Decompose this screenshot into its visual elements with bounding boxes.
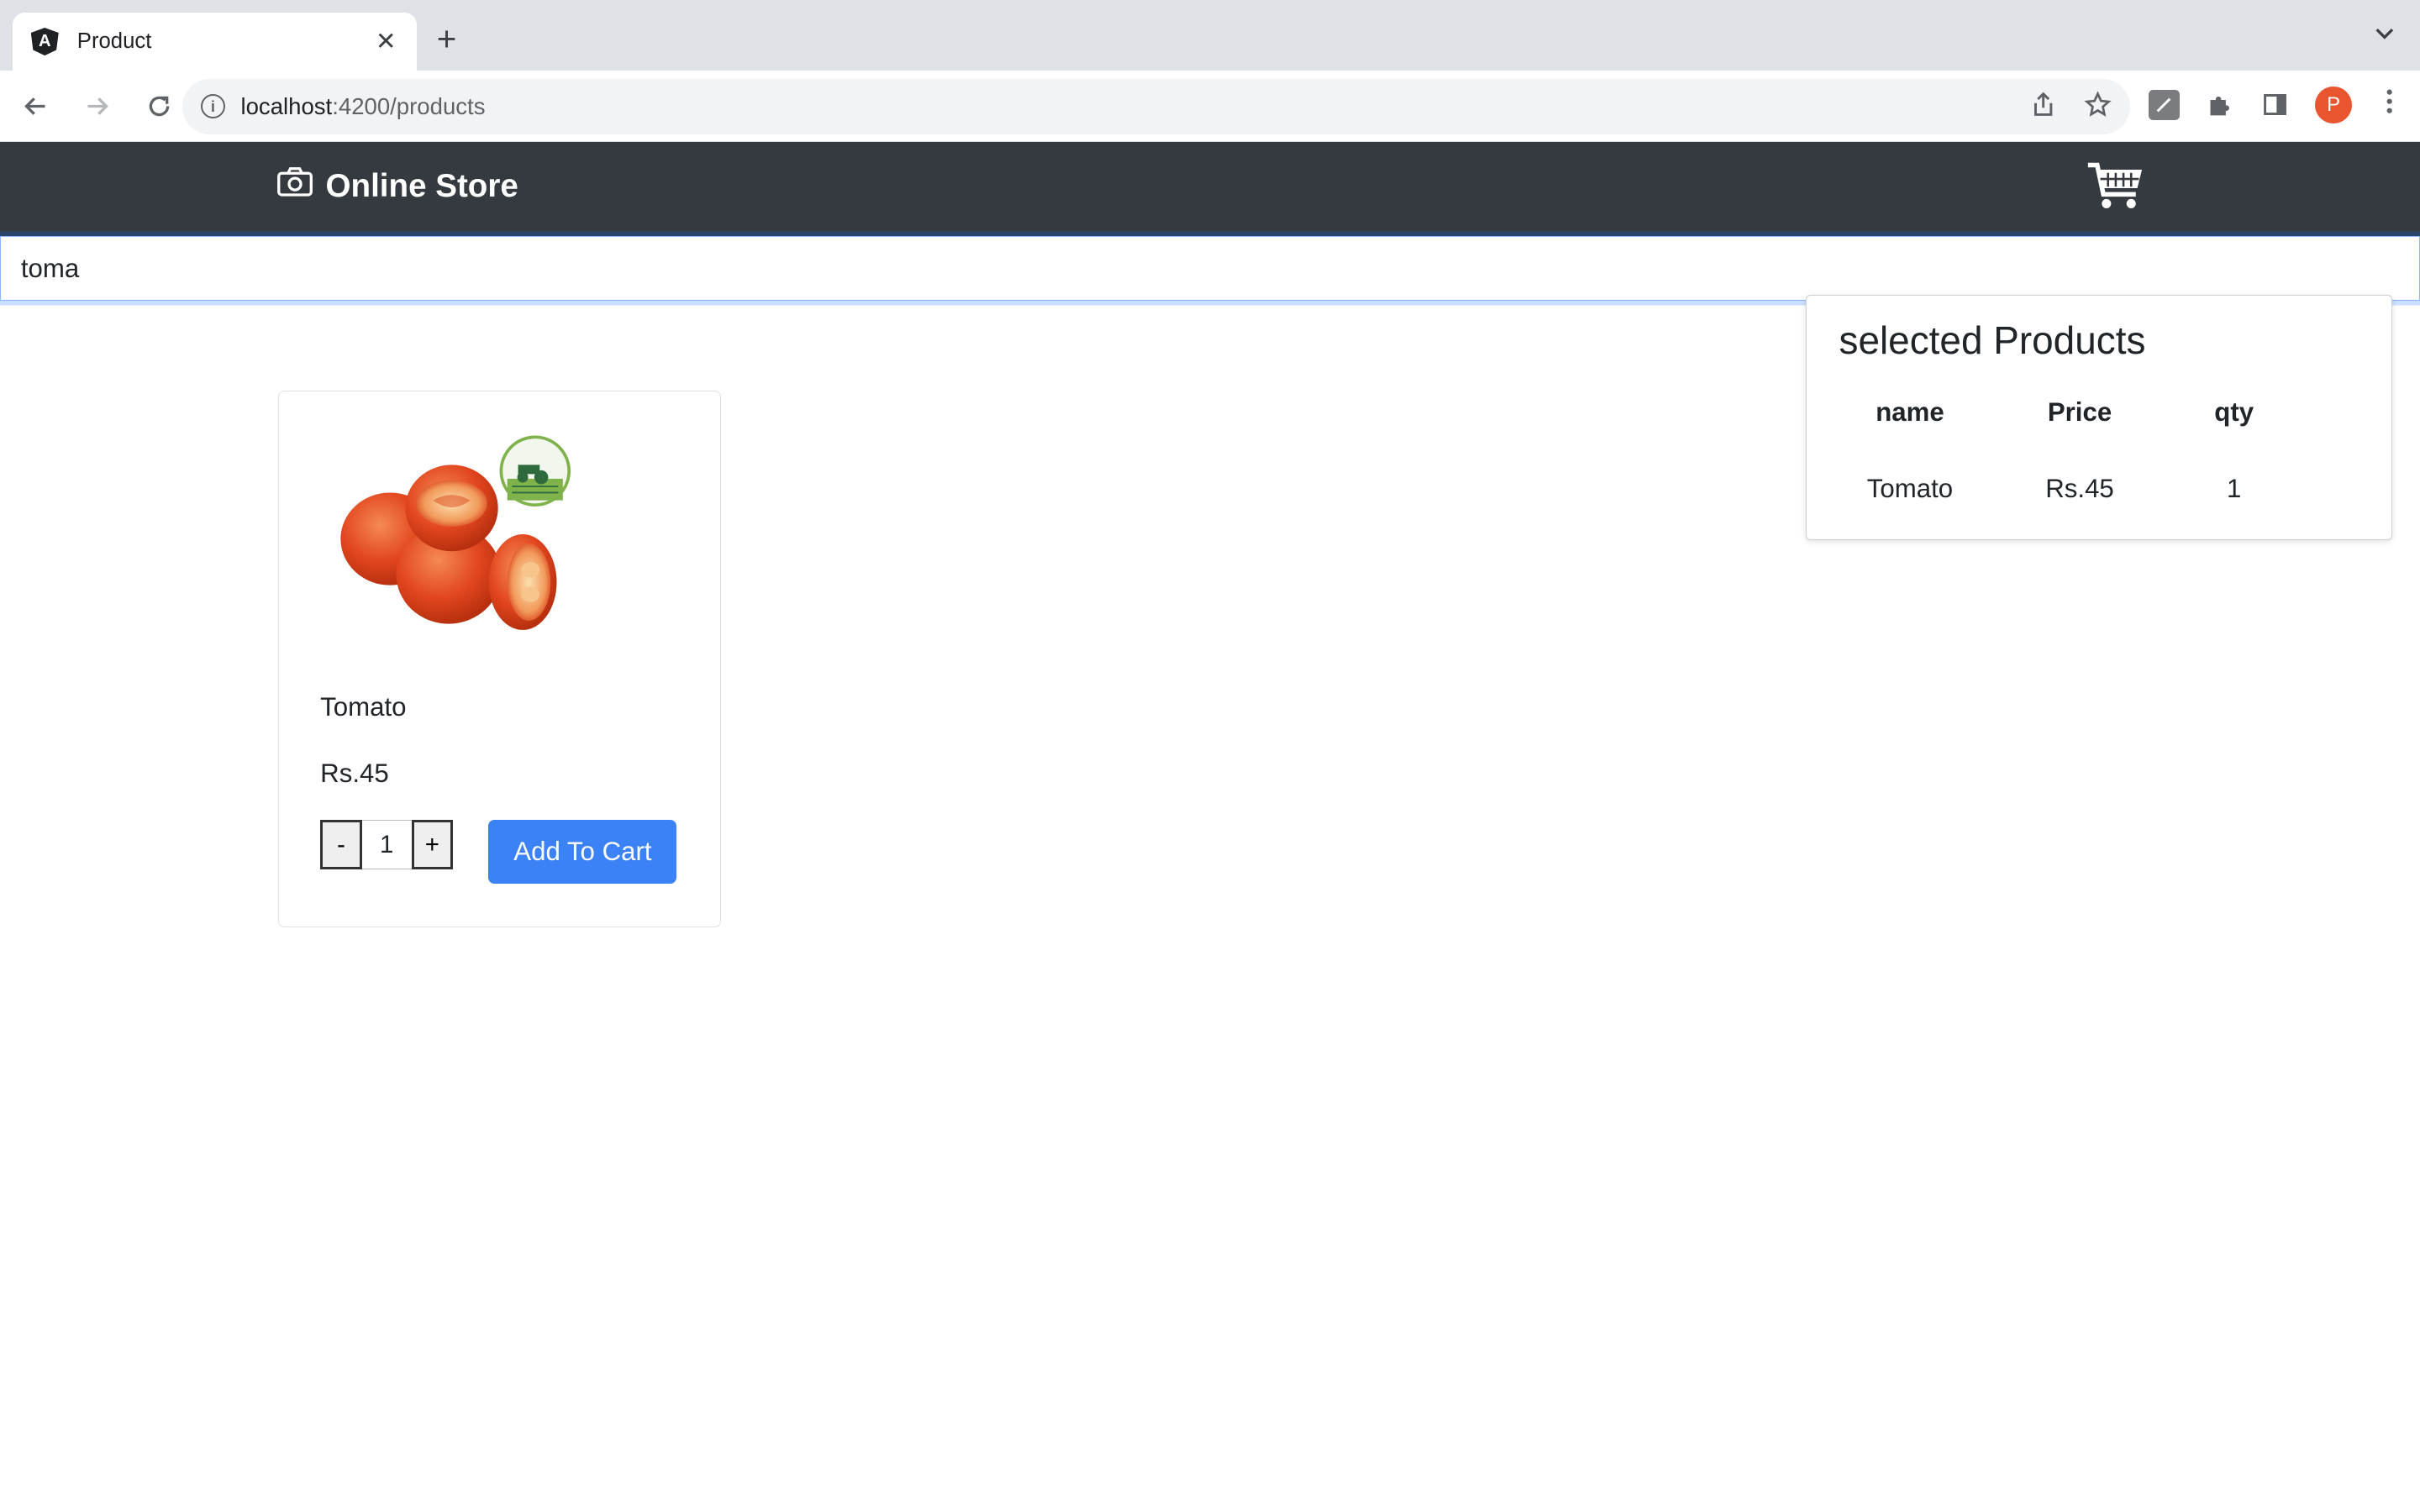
product-card: Tomato Rs.45 - 1 + Add To Cart: [277, 390, 721, 927]
search-input[interactable]: [0, 236, 2420, 302]
cart-title: selected Products: [1839, 318, 2146, 362]
url-host: localhost: [240, 92, 333, 119]
tomato-image: [325, 431, 572, 654]
cart-item-price: Rs.45: [2045, 474, 2114, 504]
new-tab-button[interactable]: +: [437, 22, 457, 55]
cart-table: name Price qty Tomato Rs.45 1: [1840, 388, 2288, 517]
tab-strip: A Product ✕ +: [0, 0, 2420, 71]
add-to-cart-button[interactable]: Add To Cart: [488, 820, 677, 884]
app-navbar: Online Store: [0, 141, 2420, 236]
cart-item-qty: 1: [2227, 474, 2242, 504]
increment-button[interactable]: +: [411, 820, 454, 870]
cart-item-name: Tomato: [1866, 474, 1954, 504]
browser-tab[interactable]: A Product ✕: [12, 12, 417, 71]
address-bar[interactable]: i localhost:4200/products: [182, 78, 2130, 134]
url-text[interactable]: localhost:4200/products: [240, 93, 485, 120]
site-info-icon[interactable]: i: [200, 94, 226, 119]
forward-arrow-icon[interactable]: [71, 80, 123, 132]
column-header-price: Price: [2047, 397, 2112, 427]
search-wrapper: [0, 236, 2420, 304]
browser-window: A Product ✕ + i localhost:4200/products: [0, 0, 2420, 1512]
camera-icon: [276, 166, 313, 206]
cart-panel: selected Products name Price qty Tomato …: [1805, 294, 2392, 540]
omnibox-actions: [2031, 91, 2112, 125]
tab-title: Product: [76, 29, 152, 54]
brand-title: Online Store: [325, 167, 518, 204]
product-name: Tomato: [320, 691, 407, 722]
table-row: Tomato Rs.45 1: [1840, 461, 2288, 516]
tab-search-chevron-icon[interactable]: [2374, 22, 2396, 50]
column-header-qty: qty: [2214, 397, 2254, 427]
url-path: :4200/products: [332, 92, 486, 119]
decrement-button[interactable]: -: [320, 820, 362, 870]
side-panel-icon[interactable]: [2260, 90, 2291, 121]
extension-icon[interactable]: [2148, 89, 2180, 121]
tab-close-icon[interactable]: ✕: [373, 27, 397, 56]
angular-favicon-icon: A: [30, 28, 59, 56]
cart-icon[interactable]: [2086, 160, 2145, 219]
profile-avatar[interactable]: P: [2315, 86, 2353, 123]
quantity-field[interactable]: 1: [361, 820, 412, 870]
column-header-name: name: [1876, 397, 1944, 427]
kebab-menu-icon[interactable]: [2377, 89, 2402, 121]
share-icon[interactable]: [2031, 91, 2055, 125]
cart-header-row: name Price qty: [1840, 388, 2288, 461]
product-price: Rs.45: [320, 758, 389, 788]
brand-link[interactable]: Online Store: [276, 166, 518, 206]
reload-icon[interactable]: [133, 80, 185, 132]
puzzle-extensions-icon[interactable]: [2204, 90, 2235, 121]
quantity-stepper: - 1 +: [320, 820, 454, 870]
browser-toolbar: i localhost:4200/products P: [0, 71, 2420, 142]
bookmark-star-icon[interactable]: [2083, 91, 2112, 125]
back-arrow-icon[interactable]: [9, 80, 61, 132]
extensions-bar: P: [2148, 86, 2402, 123]
